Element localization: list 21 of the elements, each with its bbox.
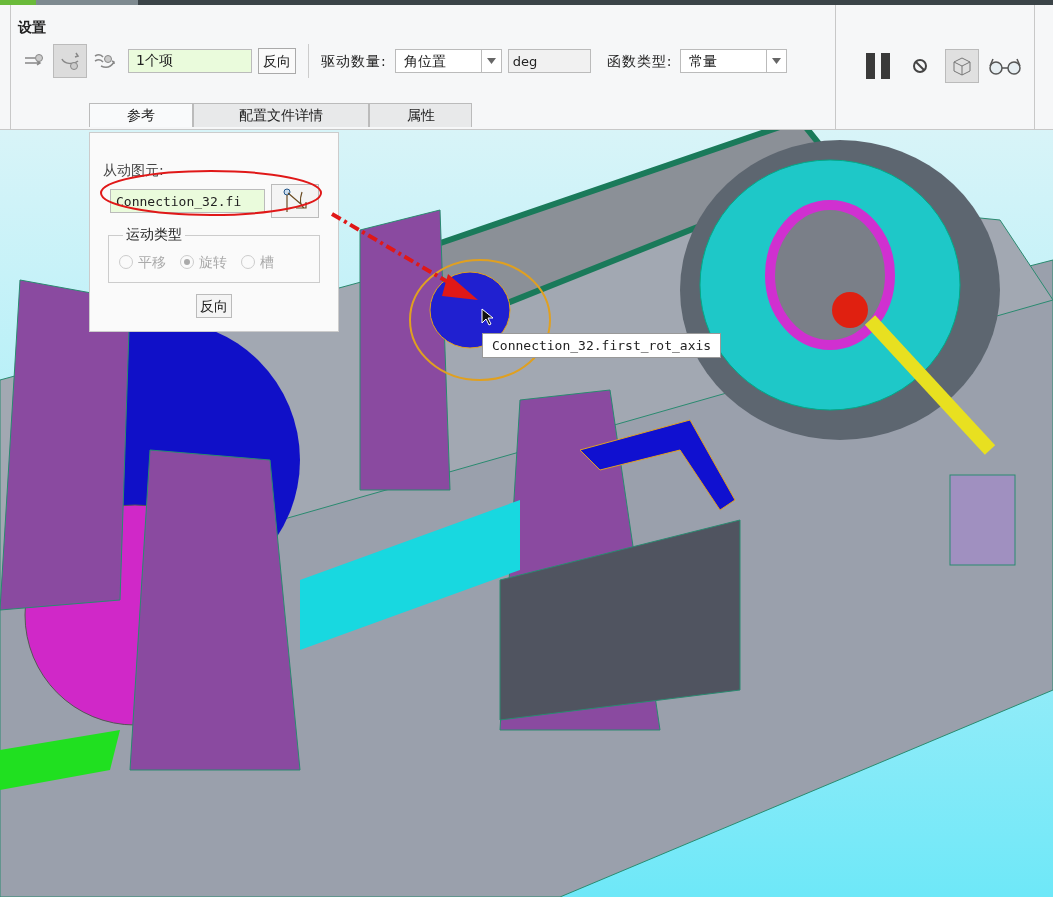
glasses-icon [987,56,1023,76]
tab[interactable]: 参考 [89,103,193,127]
reverse-button[interactable]: 反向 [196,294,232,318]
prohibit-icon [912,58,928,74]
drive-quantity-label: 驱动数量: [321,51,387,71]
tab[interactable]: 配置文件详情 [193,103,369,127]
select-geometry-icon [282,188,308,214]
group-title: 设置 [18,18,47,37]
pause-icon [864,52,892,80]
drive-quantity-dropdown[interactable]: 角位置 [394,49,502,73]
select-entity-button[interactable] [271,184,319,218]
reference-field[interactable]: 1个项 [128,49,252,73]
reverse-button[interactable]: 反向 [258,48,296,74]
tab[interactable]: 属性 [369,103,472,127]
function-type-label: 函数类型: [606,51,673,71]
unit-field[interactable]: deg [507,49,591,73]
cursor-icon [481,308,493,326]
function-type-dropdown[interactable]: 常量 [680,49,788,73]
tooltip: Connection_32.first_rot_axis [482,333,722,358]
driven-entity-field[interactable]: Connection_32.fi [110,189,265,213]
group-title: 运动类型 [123,226,185,242]
